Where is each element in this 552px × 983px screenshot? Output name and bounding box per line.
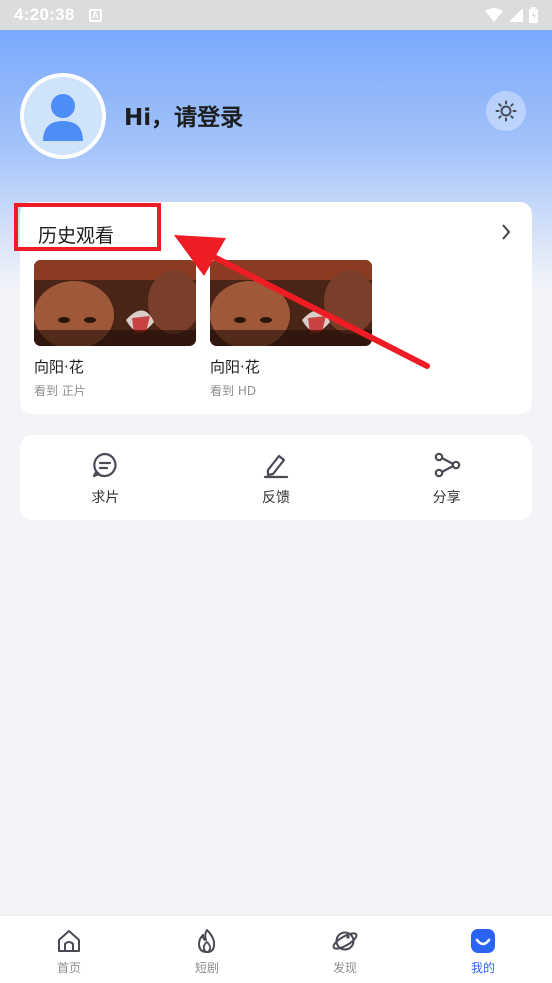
status-icons [485,7,538,23]
theme-toggle-button[interactable] [486,91,526,131]
fire-icon [198,929,216,953]
planet-icon [332,931,358,951]
history-more-button[interactable] [500,222,512,246]
share-icon [434,452,460,478]
tab-label: 短剧 [194,961,219,975]
login-prompt[interactable]: Hi，请登录 [124,98,243,132]
status-time: 4:20:38 [14,5,75,24]
request-movie-button[interactable]: 求片 [20,435,191,520]
tools-card: 求片 反馈 分享 [20,435,532,520]
tool-label: 求片 [91,490,120,506]
movie-title: 向阳·花 [34,358,84,376]
wifi-icon [485,8,503,22]
bottom-tab-bar: 首页 短剧 发现 我的 [0,915,552,983]
feedback-button[interactable]: 反馈 [191,435,362,520]
notification-a-icon: A [88,8,102,22]
movie-poster [34,260,196,346]
tool-label: 分享 [432,490,461,506]
battery-icon [529,7,538,23]
history-item[interactable]: 向阳·花 看到 正片 [34,260,196,399]
watch-progress: 看到 HD [210,384,257,398]
status-bar: 4:20:38 A [0,0,552,30]
avatar[interactable] [20,73,106,159]
tab-label: 发现 [332,961,357,975]
user-icon [43,94,83,141]
history-item[interactable]: 向阳·花 看到 HD [210,260,372,399]
share-button[interactable]: 分享 [361,435,532,520]
tab-discover[interactable]: 发现 [276,916,414,983]
signal-icon [509,8,523,22]
home-icon [58,930,80,952]
watch-progress: 看到 正片 [34,384,86,398]
chevron-right-icon [502,224,511,240]
tool-label: 反馈 [262,490,290,506]
movie-poster [210,260,372,346]
profile-icon [471,929,495,953]
tab-shorts[interactable]: 短剧 [138,916,276,983]
edit-icon [263,454,289,479]
movie-title: 向阳·花 [210,358,260,376]
message-icon [93,452,117,478]
brightness-icon [495,100,517,122]
tab-label: 我的 [470,961,495,975]
tab-label: 首页 [56,961,81,975]
tab-home[interactable]: 首页 [0,916,138,983]
tab-profile[interactable]: 我的 [414,916,552,983]
annotation-highlight-box [14,203,161,251]
